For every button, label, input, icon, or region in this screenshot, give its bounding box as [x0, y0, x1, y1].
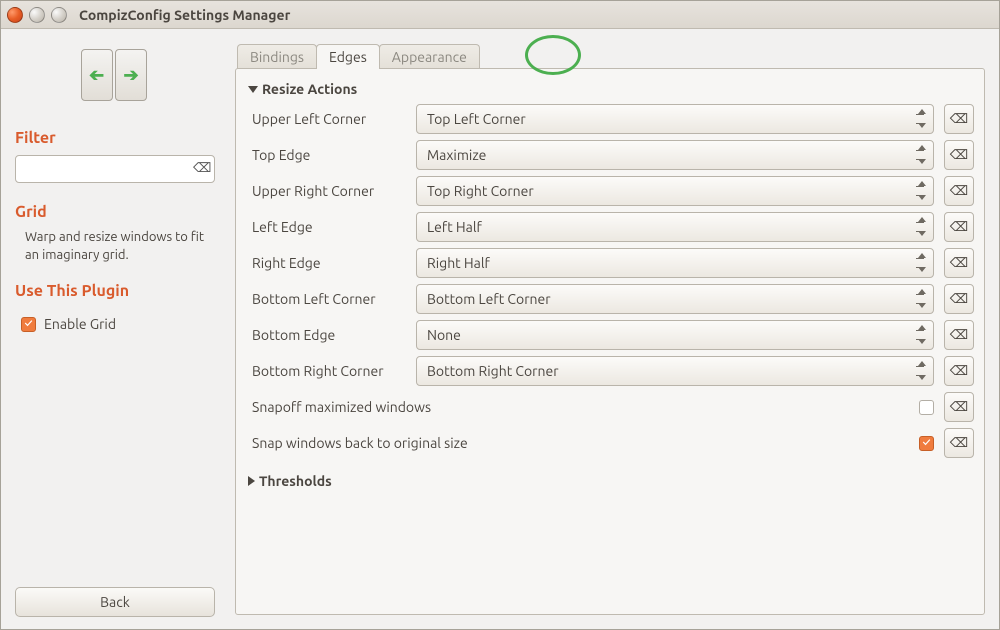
window-body: ➔ ➔ Filter ⌫ Grid Warp and resize window… — [1, 29, 999, 629]
setting-label: Top Edge — [252, 147, 406, 163]
setting-row: Upper Right Corner Top Right Corner ⌫ — [246, 173, 974, 209]
filter-heading: Filter — [15, 129, 215, 147]
reset-button[interactable]: ⌫ — [944, 140, 974, 170]
app-window: CompizConfig Settings Manager ➔ ➔ Filter… — [0, 0, 1000, 630]
enable-plugin-label: Enable Grid — [44, 316, 116, 332]
group-thresholds-header[interactable]: Thresholds — [246, 469, 974, 493]
setting-combo[interactable]: Bottom Left Corner — [416, 284, 934, 314]
clear-filter-icon[interactable]: ⌫ — [193, 160, 209, 176]
setting-row: Bottom Left Corner Bottom Left Corner ⌫ — [246, 281, 974, 317]
enable-plugin-row[interactable]: Enable Grid — [15, 308, 215, 340]
tab-bar: Bindings Edges Appearance — [237, 39, 985, 69]
setting-check-label: Snapoff maximized windows — [252, 399, 909, 415]
setting-combo[interactable]: Top Right Corner — [416, 176, 934, 206]
setting-label: Bottom Left Corner — [252, 291, 406, 307]
tab-edges[interactable]: Edges — [316, 44, 380, 69]
setting-label: Upper Left Corner — [252, 111, 406, 127]
setting-label: Bottom Edge — [252, 327, 406, 343]
sidebar: ➔ ➔ Filter ⌫ Grid Warp and resize window… — [1, 29, 229, 629]
setting-row: Right Edge Right Half ⌫ — [246, 245, 974, 281]
setting-label: Left Edge — [252, 219, 406, 235]
tab-bindings[interactable]: Bindings — [237, 44, 317, 69]
setting-combo[interactable]: None — [416, 320, 934, 350]
setting-check-row: Snap windows back to original size ⌫ — [246, 425, 974, 461]
group-resize-actions-header[interactable]: Resize Actions — [246, 77, 974, 101]
setting-row: Top Edge Maximize ⌫ — [246, 137, 974, 173]
titlebar: CompizConfig Settings Manager — [1, 1, 999, 29]
reset-button[interactable]: ⌫ — [944, 284, 974, 314]
arrow-right-icon: ➔ — [123, 65, 138, 86]
tab-appearance[interactable]: Appearance — [379, 44, 480, 69]
plugin-description: Warp and resize windows to fit an imagin… — [15, 229, 215, 276]
filter-input[interactable] — [15, 155, 215, 183]
setting-combo[interactable]: Top Left Corner — [416, 104, 934, 134]
setting-combo[interactable]: Left Half — [416, 212, 934, 242]
disclosure-right-icon — [248, 476, 255, 486]
reset-button[interactable]: ⌫ — [944, 320, 974, 350]
reset-button[interactable]: ⌫ — [944, 176, 974, 206]
reset-button[interactable]: ⌫ — [944, 356, 974, 386]
setting-combo[interactable]: Right Half — [416, 248, 934, 278]
disclosure-down-icon — [248, 86, 258, 93]
window-close-button[interactable] — [7, 7, 23, 23]
main-panel: Bindings Edges Appearance Resize Actions… — [229, 29, 999, 629]
setting-row: Bottom Edge None ⌫ — [246, 317, 974, 353]
setting-combo[interactable]: Bottom Right Corner — [416, 356, 934, 386]
reset-button[interactable]: ⌫ — [944, 248, 974, 278]
setting-label: Upper Right Corner — [252, 183, 406, 199]
group-thresholds-title: Thresholds — [259, 473, 332, 489]
reset-button[interactable]: ⌫ — [944, 212, 974, 242]
reset-button[interactable]: ⌫ — [944, 392, 974, 422]
tab-panel-edges: Resize Actions Upper Left Corner Top Left… — [235, 68, 985, 615]
arrow-left-icon: ➔ — [89, 65, 104, 86]
setting-check-row: Snapoff maximized windows ⌫ — [246, 389, 974, 425]
reset-button[interactable]: ⌫ — [944, 428, 974, 458]
setting-label: Bottom Right Corner — [252, 363, 406, 379]
window-maximize-button[interactable] — [51, 7, 67, 23]
setting-check-label: Snap windows back to original size — [252, 435, 909, 451]
back-button[interactable]: Back — [15, 587, 215, 617]
group-resize-actions-title: Resize Actions — [262, 81, 357, 97]
setting-label: Right Edge — [252, 255, 406, 271]
setting-checkbox[interactable] — [919, 436, 934, 451]
plugin-icon: ➔ ➔ — [15, 49, 215, 105]
setting-row: Bottom Right Corner Bottom Right Corner ⌫ — [246, 353, 974, 389]
window-title: CompizConfig Settings Manager — [79, 7, 290, 23]
window-minimize-button[interactable] — [29, 7, 45, 23]
setting-combo[interactable]: Maximize — [416, 140, 934, 170]
reset-button[interactable]: ⌫ — [944, 104, 974, 134]
enable-plugin-checkbox[interactable] — [21, 317, 36, 332]
setting-row: Upper Left Corner Top Left Corner ⌫ — [246, 101, 974, 137]
setting-checkbox[interactable] — [919, 400, 934, 415]
setting-row: Left Edge Left Half ⌫ — [246, 209, 974, 245]
use-plugin-heading: Use This Plugin — [15, 282, 215, 300]
plugin-name-heading: Grid — [15, 203, 215, 221]
